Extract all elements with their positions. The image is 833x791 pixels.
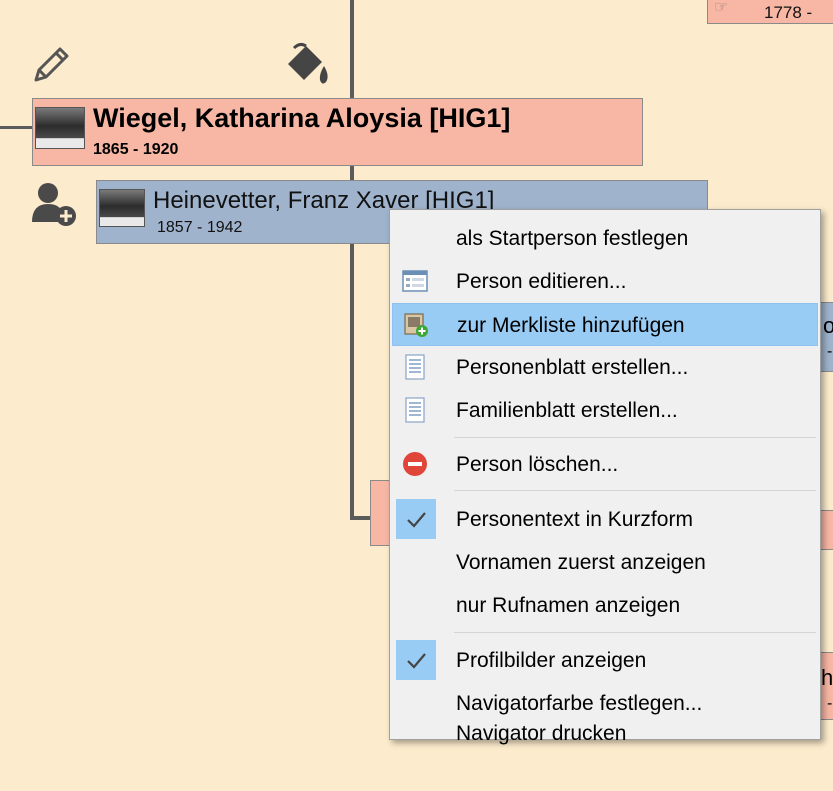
menu-separator: [454, 490, 816, 491]
menu-item-label: nur Rufnamen anzeigen: [456, 594, 681, 617]
menu-item-label: Navigator drucken: [456, 722, 627, 745]
edit-form-icon: [402, 270, 428, 292]
menu-item-label: Vornamen zuerst anzeigen: [456, 551, 706, 574]
menu-item-add-to-watchlist[interactable]: zur Merkliste hinzufügen: [392, 303, 818, 346]
menu-item-set-start-person[interactable]: als Startperson festlegen: [392, 217, 818, 260]
menu-item-edit-person[interactable]: Person editieren...: [392, 260, 818, 303]
partial-card-dash: -: [827, 343, 833, 360]
checkmark-icon: [407, 653, 426, 669]
partial-card-dash: -: [827, 695, 833, 712]
add-to-list-icon: [404, 313, 428, 337]
menu-item-label: Personenblatt erstellen...: [456, 356, 689, 379]
checkmark-icon: [407, 512, 426, 528]
menu-item-label: Personentext in Kurzform: [456, 508, 693, 531]
checked-indicator: [396, 499, 436, 539]
menu-item-create-person-sheet[interactable]: Personenblatt erstellen...: [392, 346, 818, 389]
pencil-icon[interactable]: [30, 42, 74, 86]
document-icon: [405, 354, 425, 380]
menu-separator: [454, 437, 816, 438]
menu-item-print-navigator[interactable]: Navigator drucken: [392, 696, 818, 745]
menu-item-short-person-text[interactable]: Personentext in Kurzform: [392, 498, 818, 541]
person-card-main[interactable]: Wiegel, Katharina Aloysia [HIG1] 1865 - …: [32, 98, 643, 166]
tree-line-vertical-top: [350, 0, 354, 100]
partial-person-card-top[interactable]: ☞ 1778 -: [707, 0, 833, 24]
add-person-icon[interactable]: [30, 180, 78, 228]
checked-indicator: [396, 640, 436, 680]
tree-line-left-stub: [0, 126, 32, 129]
menu-item-show-profile-images[interactable]: Profilbilder anzeigen: [392, 639, 818, 682]
partial-person-years: 1778 -: [764, 3, 813, 22]
partial-card-text: he: [821, 665, 833, 690]
menu-item-first-names-first[interactable]: Vornamen zuerst anzeigen: [392, 541, 818, 584]
delete-icon: [403, 452, 427, 476]
document-icon: [405, 397, 425, 423]
person-name: Wiegel, Katharina Aloysia [HIG1]: [93, 103, 511, 133]
menu-item-label: Profilbilder anzeigen: [456, 649, 647, 672]
person-years: 1857 - 1942: [157, 219, 243, 236]
profile-photo: [99, 189, 145, 227]
profile-photo: [35, 107, 85, 149]
menu-item-label: zur Merkliste hinzufügen: [457, 314, 685, 337]
menu-item-label: Familienblatt erstellen...: [456, 399, 678, 422]
hand-icon: ☞: [714, 0, 729, 16]
menu-item-label: Person editieren...: [456, 270, 627, 293]
menu-item-create-family-sheet[interactable]: Familienblatt erstellen...: [392, 389, 818, 432]
paint-bucket-icon[interactable]: [282, 40, 334, 88]
menu-separator: [454, 632, 816, 633]
partial-card-text: o: [823, 313, 833, 338]
menu-item-label: Person löschen...: [456, 453, 619, 476]
menu-item-label: als Startperson festlegen: [456, 227, 689, 250]
menu-item-delete-person[interactable]: Person löschen...: [392, 443, 818, 486]
person-years: 1865 - 1920: [93, 141, 179, 158]
context-menu: als Startperson festlegen Person editier…: [389, 209, 821, 745]
menu-item-call-names-only[interactable]: nur Rufnamen anzeigen: [392, 584, 818, 627]
